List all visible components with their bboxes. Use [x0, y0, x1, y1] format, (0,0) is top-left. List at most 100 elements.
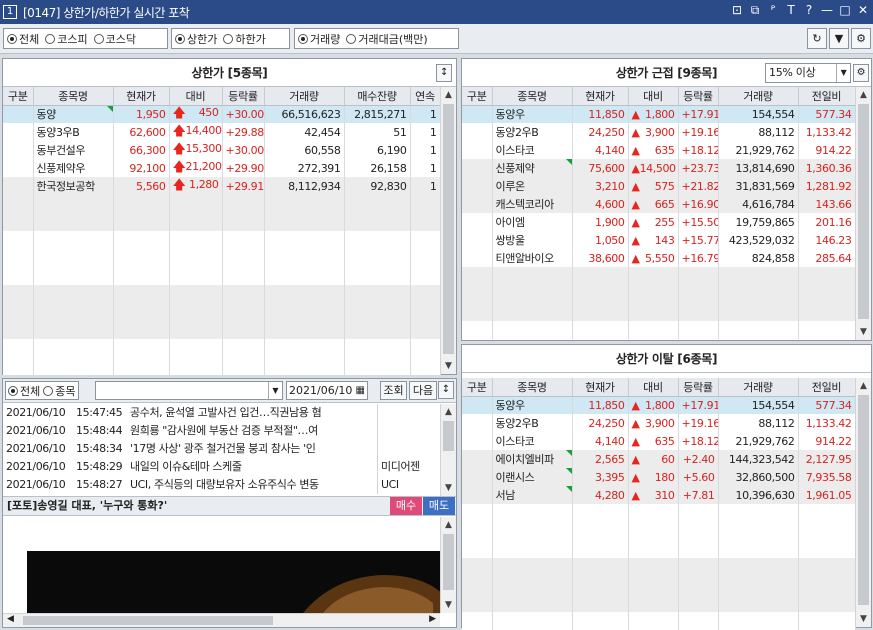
table-row[interactable] [3, 339, 441, 357]
news-scrollbar[interactable]: ▲ ▼ [440, 404, 456, 496]
minimize-icon[interactable]: — [821, 3, 833, 18]
table-row[interactable] [462, 321, 856, 339]
news-item[interactable]: 2021/06/10 15:48:44 원희룡 "감사원에 부동산 검증 부적절"…… [3, 422, 440, 440]
radio-news-all[interactable]: 전체 [8, 383, 40, 399]
sort-icon[interactable]: ↕ [438, 381, 454, 399]
prev-ratio-cell: 1,281.92 [798, 177, 856, 195]
radio-kosdaq[interactable]: 코스닥 [93, 31, 136, 47]
dropdown-button[interactable]: ▼ [829, 28, 849, 49]
table-row[interactable]: 티앤알바이오 38,600 ▲ 5,550 +16.79 824,858 285.64 [462, 249, 856, 267]
table-row[interactable]: 이루온 3,210 ▲ 575 +21.82 31,831,569 1,281.92 [462, 177, 856, 195]
sort-icon[interactable]: ↕ [436, 64, 452, 82]
date-input[interactable]: 2021/06/10 ▦ [286, 381, 368, 400]
table-row[interactable] [462, 522, 856, 540]
stock-name-cell: 티앤알바이오 [492, 249, 573, 267]
table-row[interactable] [462, 303, 856, 321]
table-row[interactable] [3, 357, 441, 375]
table-row[interactable]: 동부건설우 66,300 🡅 15,300 +30.00 60,558 6,190 1 [3, 141, 441, 159]
chevron-down-icon[interactable]: ▼ [268, 382, 282, 399]
radio-news-stock[interactable]: 종목 [43, 383, 76, 399]
near-scrollbar[interactable]: ▲ ▼ [855, 87, 871, 340]
table-row[interactable] [462, 285, 856, 303]
close-icon[interactable]: ✕ [857, 3, 869, 18]
table-row[interactable] [462, 267, 856, 285]
table-row[interactable]: 에이치엘비파 2,565 ▲ 60 +2.40 144,323,542 2,127.95 [462, 450, 856, 468]
pin-icon[interactable]: ᴾ [767, 3, 779, 18]
table-row[interactable] [3, 303, 441, 321]
news-date: 2021/06/10 [6, 424, 66, 437]
table-row[interactable] [3, 231, 441, 249]
table-row[interactable]: 이랜시스 3,395 ▲ 180 +5.60 32,860,500 7,935.58 [462, 468, 856, 486]
table-row[interactable]: 서남 4,280 ▲ 310 +7.81 10,396,630 1,961.05 [462, 486, 856, 504]
table-row[interactable]: 동양3우B 62,600 🡅 14,400 +29.88 42,454 51 1 [3, 123, 441, 141]
table-row[interactable] [462, 576, 856, 594]
table-row[interactable]: 쌍방울 1,050 ▲ 143 +15.77 423,529,032 146.23 [462, 231, 856, 249]
news-time: 15:48:44 [76, 424, 123, 437]
table-row[interactable] [3, 249, 441, 267]
table-row[interactable] [462, 504, 856, 522]
maximize-icon[interactable]: □ [839, 3, 851, 18]
news-item[interactable]: 2021/06/10 15:48:29 내일의 이슈&테마 스케줄 미디어젠 [3, 458, 440, 476]
help-icon[interactable]: ? [803, 3, 815, 18]
table-row[interactable] [462, 612, 856, 630]
radio-kospi[interactable]: 코스피 [45, 31, 88, 47]
empty-cell [628, 540, 679, 558]
near-limit-panel: 상한가 근접 [9종목] 15% 이상 ▼ ⚙ 구분 종목명 현재가 대비 등락률… [461, 58, 872, 341]
table-row[interactable] [462, 594, 856, 612]
table-row[interactable]: 동양우 11,850 ▲ 1,800 +17.91 154,554 577.34 [462, 105, 856, 123]
threshold-select[interactable]: 15% 이상 ▼ [765, 63, 851, 83]
change-value: 1,800 [645, 107, 675, 121]
sell-button[interactable]: 매도 [423, 497, 455, 515]
up-triangle-icon: ▲ [631, 215, 640, 229]
news-item[interactable]: 2021/06/10 15:48:27 UCI, 주식등의 대량보유자 소유주식수 … [3, 476, 440, 494]
table-row[interactable] [3, 195, 441, 213]
table-row[interactable] [3, 321, 441, 339]
next-button[interactable]: 다음 [409, 381, 437, 400]
font-icon[interactable]: T [785, 3, 797, 18]
table-row[interactable] [462, 540, 856, 558]
stock-search-input[interactable]: ▼ [95, 381, 283, 400]
buy-button[interactable]: 매수 [390, 497, 422, 515]
table-row[interactable]: 동양2우B 24,250 ▲ 3,900 +19.16 88,112 1,133.42 [462, 414, 856, 432]
radio-volume[interactable]: 거래량 [298, 31, 340, 47]
upper-scrollbar[interactable]: ▲ ▼ [440, 87, 456, 374]
table-row[interactable] [3, 285, 441, 303]
settings-button[interactable]: ⚙ [851, 28, 871, 49]
query-button[interactable]: 조회 [380, 381, 407, 400]
radio-trade-value[interactable]: 거래대금(백만) [346, 31, 428, 47]
table-row[interactable]: 신풍제약우 92,100 🡅 21,200 +29.90 272,391 26,158 1 [3, 159, 441, 177]
up-triangle-icon: ▲ [631, 197, 640, 211]
table-row[interactable]: 캐스텍코리아 4,600 ▲ 665 +16.90 4,616,784 143.66 [462, 195, 856, 213]
news-item[interactable]: 2021/06/10 15:47:45 공수처, 윤석열 고발사건 입건…직권남용 … [3, 404, 440, 422]
off-scrollbar[interactable]: ▲ ▼ [855, 378, 871, 627]
table-row[interactable]: 이스타코 4,140 ▲ 635 +18.12 21,929,762 914.22 [462, 432, 856, 450]
table-row[interactable]: 신풍제약 75,600 ▲ 14,500 +23.73 13,814,690 1,360.3… [462, 159, 856, 177]
empty-cell [462, 504, 493, 522]
settings-icon[interactable]: ⚙ [853, 64, 869, 82]
photo-hscrollbar[interactable]: ◀ ▶ [3, 613, 440, 627]
volume-cell: 88,112 [718, 123, 799, 141]
prev-ratio-cell: 1,360.36 [798, 159, 856, 177]
table-row[interactable]: 이스타코 4,140 ▲ 635 +18.12 21,929,762 914.22 [462, 141, 856, 159]
table-row[interactable]: 한국정보공학 5,560 🡅 1,280 +29.91 8,112,934 92,830 1 [3, 177, 441, 195]
link-icon[interactable]: ⊡ [731, 3, 743, 18]
empty-cell [718, 285, 799, 303]
table-row[interactable]: 동양2우B 24,250 ▲ 3,900 +19.16 88,112 1,133.42 [462, 123, 856, 141]
refresh-button[interactable]: ↻ [807, 28, 827, 49]
bid-volume-cell: 6,190 [344, 141, 411, 159]
radio-all[interactable]: 전체 [7, 31, 39, 47]
news-item[interactable]: 2021/06/10 15:48:34 '17명 사상' 광주 철거건물 붕괴 참사… [3, 440, 440, 458]
table-row[interactable] [3, 267, 441, 285]
radio-upper-limit[interactable]: 상한가 [175, 31, 217, 47]
table-row[interactable]: 동양 1,950 🡅 450 +30.00 66,516,623 2,815,271 1 [3, 105, 441, 123]
table-row[interactable] [3, 213, 441, 231]
empty-cell [628, 522, 679, 540]
empty-cell [718, 267, 799, 285]
table-row[interactable]: 아이엠 1,900 ▲ 255 +15.50 19,759,865 201.16 [462, 213, 856, 231]
table-row[interactable] [462, 558, 856, 576]
table-row[interactable]: 동양우 11,850 ▲ 1,800 +17.91 154,554 577.34 [462, 396, 856, 414]
calendar-icon[interactable]: ▦ [356, 382, 365, 399]
radio-lower-limit[interactable]: 하한가 [223, 31, 266, 47]
copy-icon[interactable]: ⧉ [749, 3, 761, 18]
photo-scrollbar[interactable]: ▲ ▼ [440, 517, 456, 613]
